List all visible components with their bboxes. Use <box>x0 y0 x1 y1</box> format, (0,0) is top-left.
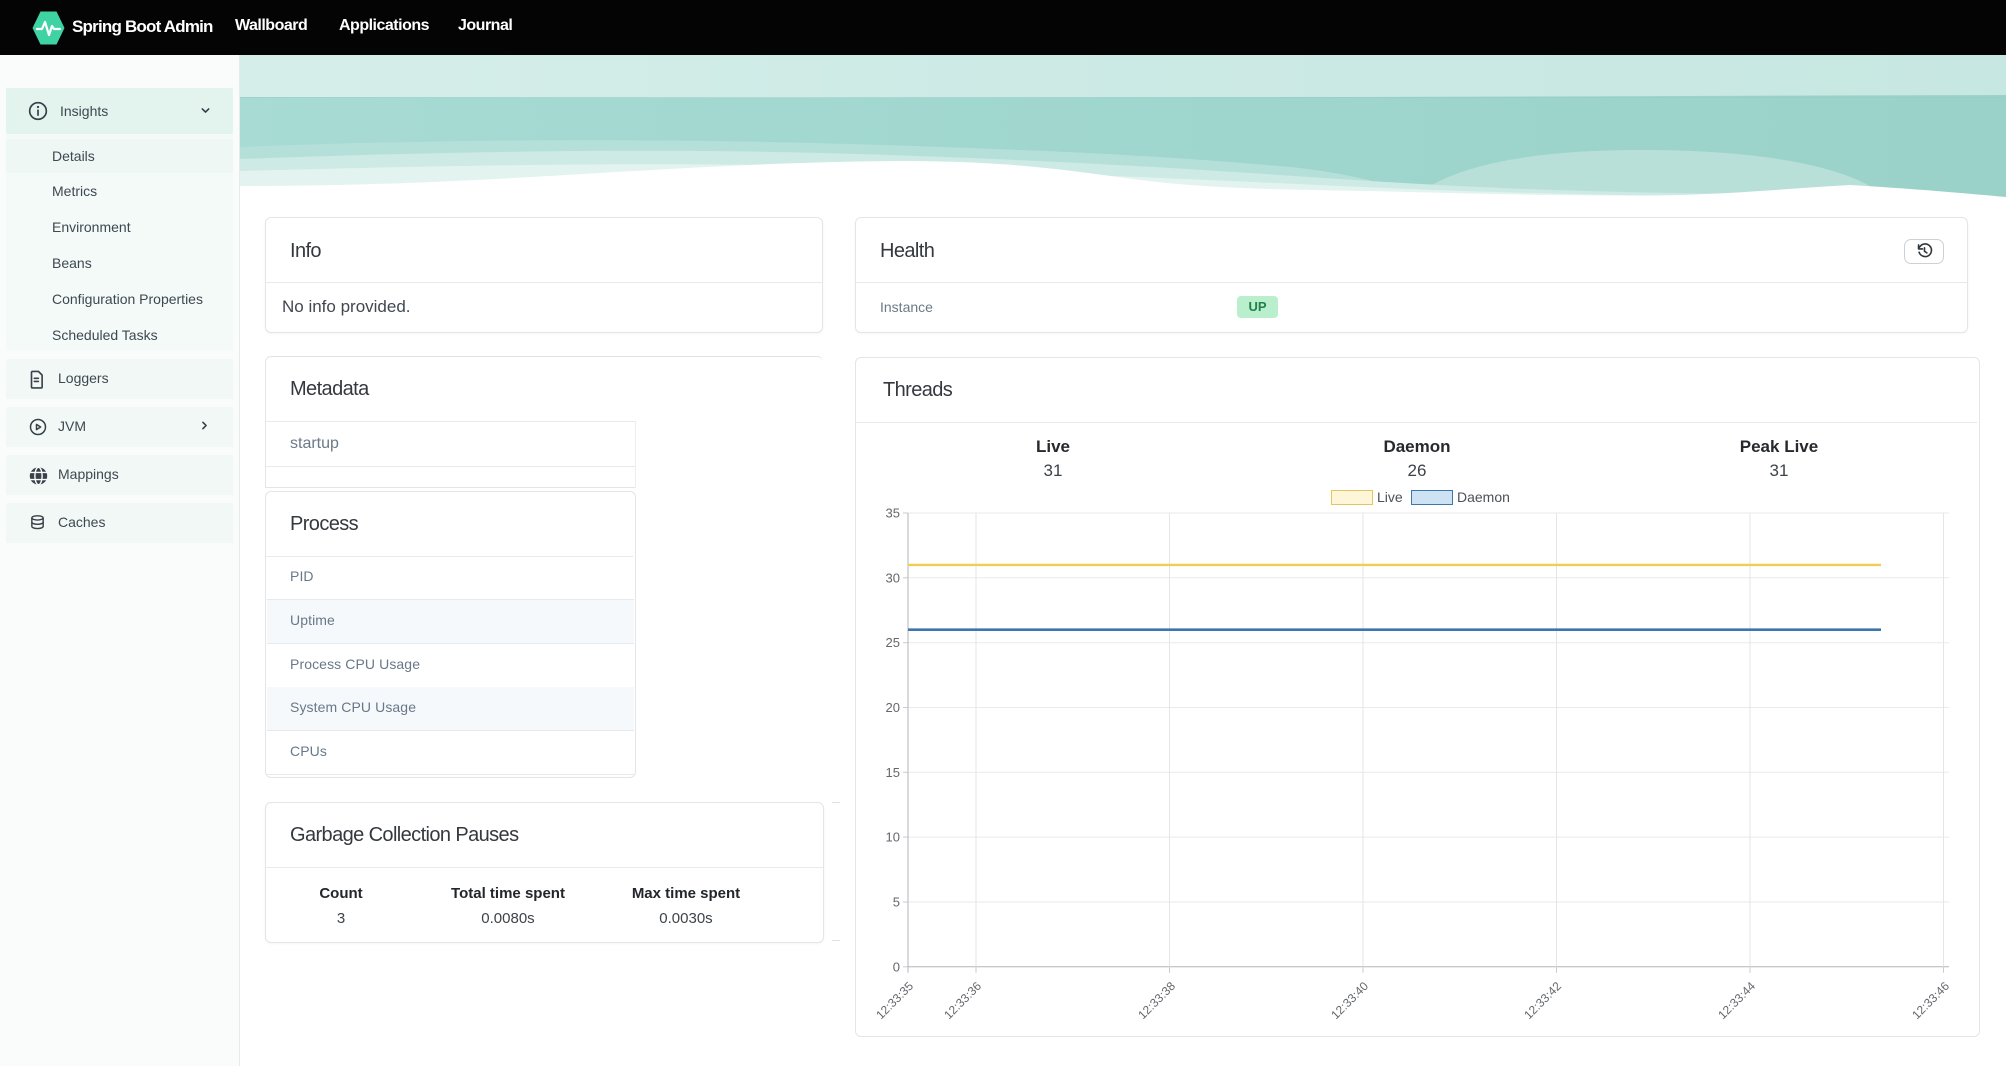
svg-text:12:33:42: 12:33:42 <box>1521 979 1564 1022</box>
svg-text:12:33:40: 12:33:40 <box>1328 979 1371 1022</box>
svg-text:5: 5 <box>893 895 900 910</box>
svg-text:30: 30 <box>886 570 900 585</box>
svg-text:0: 0 <box>893 959 900 974</box>
svg-text:35: 35 <box>886 506 900 521</box>
svg-text:25: 25 <box>886 635 900 650</box>
svg-text:12:33:36: 12:33:36 <box>941 979 984 1022</box>
svg-text:20: 20 <box>886 700 900 715</box>
svg-text:15: 15 <box>886 765 900 780</box>
svg-text:12:33:38: 12:33:38 <box>1135 979 1178 1022</box>
svg-text:12:33:46: 12:33:46 <box>1909 979 1952 1022</box>
svg-text:12:33:44: 12:33:44 <box>1715 979 1758 1022</box>
svg-text:10: 10 <box>886 830 900 845</box>
svg-text:12:33:35: 12:33:35 <box>873 979 916 1022</box>
